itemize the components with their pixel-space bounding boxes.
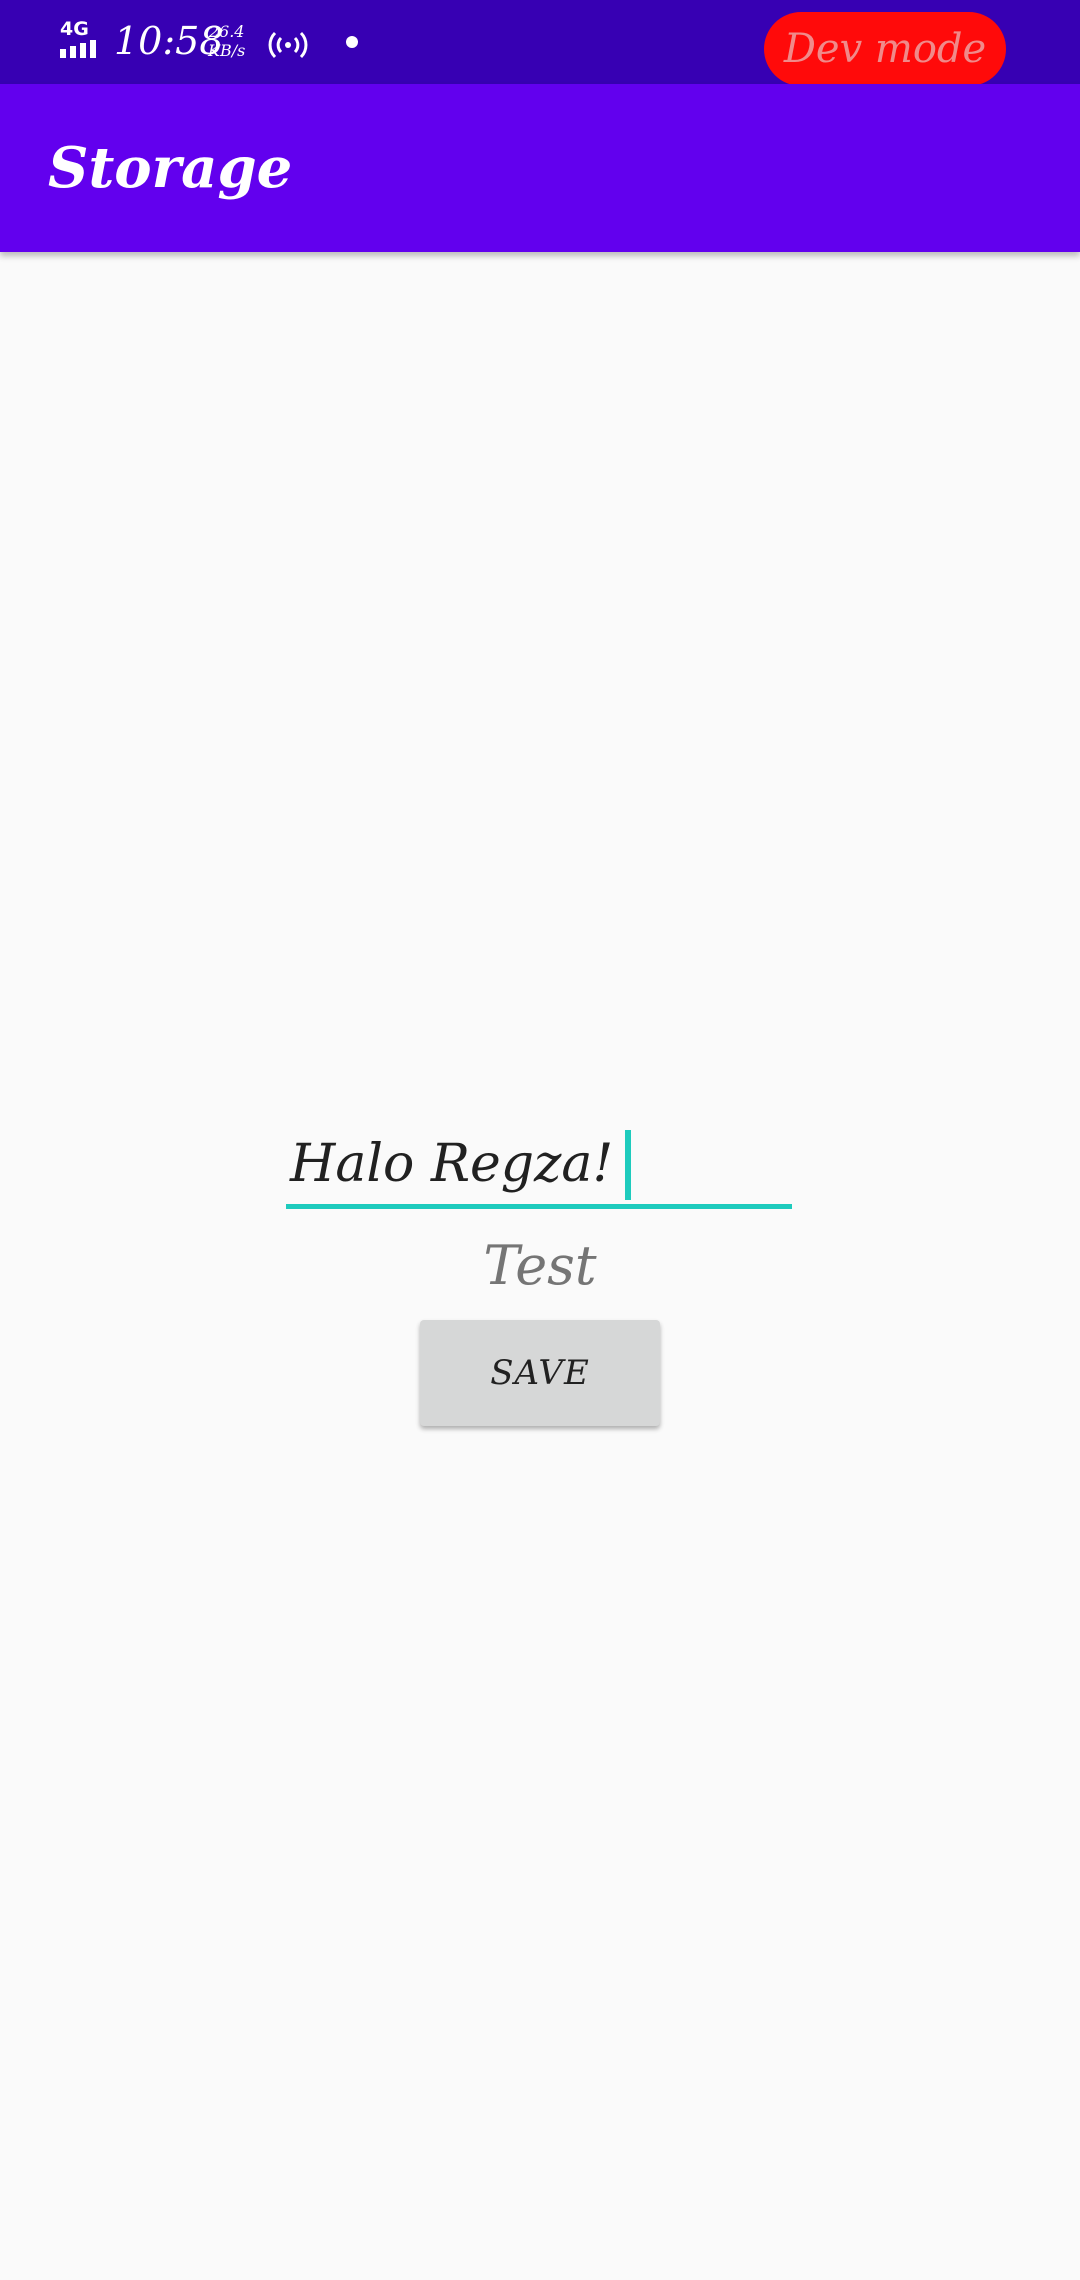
network-speed-value: 26.4 xyxy=(208,22,245,41)
app-title: Storage xyxy=(48,135,293,201)
dev-mode-badge[interactable]: Dev mode xyxy=(764,12,1006,86)
hotspot-icon xyxy=(268,31,308,59)
save-button[interactable]: SAVE xyxy=(420,1320,660,1426)
network-speed: 26.4 KB/s xyxy=(208,22,245,60)
notification-dot-icon xyxy=(346,36,358,48)
text-cursor xyxy=(625,1130,631,1200)
screen: 4G 10:58 26.4 KB/s Dev mode Storage Halo… xyxy=(0,0,1080,2280)
network-type: 4G xyxy=(60,18,89,40)
text-input-value[interactable]: Halo Regza! xyxy=(290,1130,613,1198)
text-input-container[interactable]: Halo Regza! xyxy=(286,1124,792,1210)
app-bar: Storage xyxy=(0,84,1080,252)
status-bar: 4G 10:58 26.4 KB/s Dev mode xyxy=(0,0,1080,86)
text-input-underline xyxy=(286,1204,792,1209)
network-speed-unit: KB/s xyxy=(208,41,246,60)
test-label: Test xyxy=(483,1234,597,1297)
signal-icon xyxy=(60,38,104,58)
